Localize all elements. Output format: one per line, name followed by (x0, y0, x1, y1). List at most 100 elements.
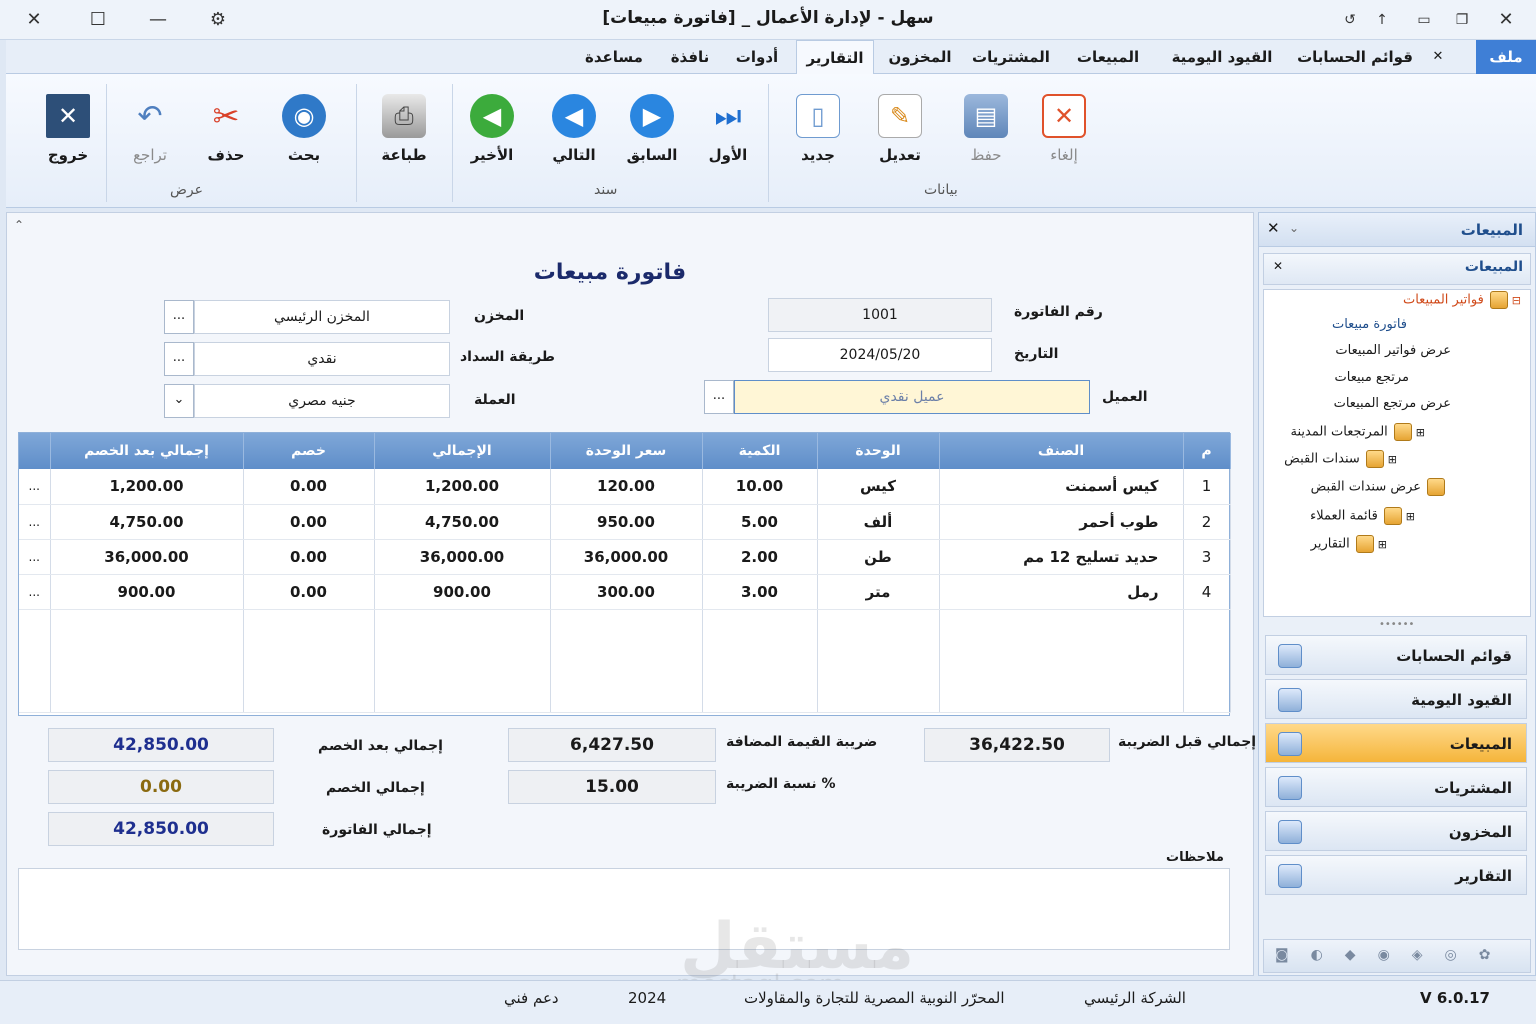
row-details-button[interactable]: ... (19, 469, 51, 505)
tree-node-sales-invoices[interactable]: فواتير المبيعات ⊟ (1403, 291, 1521, 309)
date-field[interactable]: 2024/05/20 (768, 338, 992, 372)
print-button[interactable]: ⎙ طباعة (372, 94, 436, 164)
notes-field[interactable] (18, 868, 1230, 950)
cell-item[interactable]: طوب أحمر (939, 504, 1184, 540)
cell-net[interactable]: 36,000.00 (50, 539, 244, 575)
cell-qty[interactable]: 2.00 (702, 539, 818, 575)
col-header-total[interactable]: الإجمالي (374, 433, 551, 469)
cell-unit[interactable]: متر (817, 574, 940, 610)
cell-total[interactable]: 4,750.00 (374, 504, 551, 540)
expand-node-icon[interactable]: ⊞ (1406, 510, 1415, 523)
nav-journal[interactable]: القيود اليومية (1265, 679, 1527, 719)
cell-qty[interactable]: 5.00 (702, 504, 818, 540)
cell-unit[interactable]: كيس (817, 469, 940, 505)
cell-price[interactable]: 950.00 (550, 504, 703, 540)
cell-discount[interactable]: 0.00 (243, 469, 375, 505)
tree-node-reports[interactable]: التقارير ⊞ (1311, 535, 1387, 553)
table-row[interactable]: ... 900.00 0.00 900.00 300.00 3.00 متر ر… (19, 574, 1231, 610)
cell-net[interactable]: 1,200.00 (50, 469, 244, 505)
row-details-button[interactable]: ... (19, 504, 51, 540)
cell-total[interactable]: 36,000.00 (374, 539, 551, 575)
col-header-price[interactable]: سعر الوحدة (550, 433, 703, 469)
cell-unit[interactable]: طن (817, 539, 940, 575)
table-row[interactable]: ... 36,000.00 0.00 36,000.00 36,000.00 2… (19, 539, 1231, 575)
save-button[interactable]: ▤ حفظ (954, 94, 1018, 164)
col-header-item[interactable]: الصنف (939, 433, 1184, 469)
nav-sales[interactable]: المبيعات (1265, 723, 1527, 763)
tab-window[interactable]: نافذة (660, 40, 720, 74)
mdi-minimize-icon[interactable]: ▭ (1410, 6, 1438, 34)
col-header-net[interactable]: إجمالي بعد الخصم (50, 433, 244, 469)
nav-reports[interactable]: التقارير (1265, 855, 1527, 895)
cell-unit[interactable]: ألف (817, 504, 940, 540)
cell-qty[interactable]: 10.00 (702, 469, 818, 505)
panel-menu-icon[interactable]: ⌄ (1289, 221, 1299, 235)
payment-field[interactable]: نقدي (194, 342, 450, 376)
table-row[interactable]: ... 4,750.00 0.00 4,750.00 950.00 5.00 أ… (19, 504, 1231, 540)
cell-total[interactable]: 1,200.00 (374, 469, 551, 505)
tree-node-customers[interactable]: قائمة العملاء ⊞ (1310, 507, 1415, 525)
tab-journal[interactable]: القيود اليومية (1162, 40, 1282, 74)
cell-price[interactable]: 300.00 (550, 574, 703, 610)
tree-item-new-invoice[interactable]: فاتورة مبيعات (1332, 317, 1407, 332)
new-button[interactable]: ▯ جديد (786, 94, 850, 164)
tab-reports[interactable]: التقارير (796, 40, 874, 75)
expand-node-icon[interactable]: ⊞ (1416, 426, 1425, 439)
support-link[interactable]: دعم فني (504, 989, 559, 1007)
tab-file[interactable]: ملف (1476, 40, 1536, 74)
row-details-button[interactable]: ... (19, 539, 51, 575)
tree-item-sales-return[interactable]: مرتجع مبيعات (1335, 370, 1409, 385)
splitter-handle[interactable]: •••••• (1379, 619, 1414, 630)
cancel-button[interactable]: ✕ إلغاء (1032, 94, 1096, 164)
mdi-close-icon[interactable]: ✕ (1492, 6, 1520, 34)
warehouse-lookup-button[interactable]: ... (164, 300, 194, 334)
panel-footer-icons[interactable]: ◙◐◆◉◈◎✿ (1275, 947, 1513, 963)
next-record-button[interactable]: ◀ التالي (542, 94, 606, 164)
pin-icon[interactable]: ↑ (1368, 6, 1396, 34)
tree-item-view-returns[interactable]: عرض مرتجع المبيعات (1334, 396, 1451, 411)
undo-button[interactable]: ↶ تراجع (118, 94, 182, 165)
payment-lookup-button[interactable]: ... (164, 342, 194, 376)
col-header-discount[interactable]: خصم (243, 433, 375, 469)
table-row[interactable]: ... 1,200.00 0.00 1,200.00 120.00 10.00 … (19, 469, 1231, 505)
tree-item-view-invoices[interactable]: عرض فواتير المبيعات (1335, 343, 1451, 358)
exit-button[interactable]: ✕ خروج (36, 94, 100, 164)
col-header-unit[interactable]: الوحدة (817, 433, 940, 469)
last-record-button[interactable]: ◀ الأخير (460, 94, 524, 164)
cell-discount[interactable]: 0.00 (243, 539, 375, 575)
customer-lookup-button[interactable]: ... (704, 380, 734, 414)
tab-tools[interactable]: أدوات (724, 40, 790, 74)
cell-price[interactable]: 120.00 (550, 469, 703, 505)
tree-node-debit-returns[interactable]: المرتجعات المدينة ⊞ (1290, 423, 1425, 441)
edit-button[interactable]: ✎ تعديل (868, 94, 932, 164)
first-record-button[interactable]: ⏭ الأول (696, 94, 760, 165)
subpanel-close-icon[interactable]: ✕ (1273, 259, 1283, 273)
col-header-row-no[interactable]: م (1183, 433, 1231, 469)
mdi-restore-icon[interactable]: ❐ (1448, 6, 1476, 34)
warehouse-field[interactable]: المخزن الرئيسي (194, 300, 450, 334)
tax-rate-field[interactable]: 15.00 (508, 770, 716, 804)
previous-record-button[interactable]: ▶ السابق (620, 94, 684, 164)
help-icon[interactable]: ↺ (1336, 6, 1364, 34)
tab-inventory[interactable]: المخزون (878, 40, 962, 74)
col-header-qty[interactable]: الكمية (702, 433, 818, 469)
tab-sales[interactable]: المبيعات (1060, 40, 1156, 74)
tree-node-receipts[interactable]: سندات القبض ⊞ (1284, 450, 1397, 468)
tab-help[interactable]: مساعدة (572, 40, 656, 74)
cell-item[interactable]: رمل (939, 574, 1184, 610)
nav-inventory[interactable]: المخزون (1265, 811, 1527, 851)
delete-button[interactable]: ✂ حذف (194, 94, 258, 164)
cell-item[interactable]: حديد تسليح 12 مم (939, 539, 1184, 575)
empty-row[interactable] (19, 609, 1231, 713)
row-details-button[interactable]: ... (19, 574, 51, 610)
close-tab-icon[interactable]: ✕ (1426, 40, 1450, 74)
currency-field[interactable]: جنيه مصري (194, 384, 450, 418)
panel-close-icon[interactable]: ✕ (1267, 219, 1280, 237)
cell-discount[interactable]: 0.00 (243, 504, 375, 540)
cell-net[interactable]: 4,750.00 (50, 504, 244, 540)
expand-node-icon[interactable]: ⊞ (1388, 453, 1397, 466)
tab-accounts[interactable]: قوائم الحسابات (1288, 40, 1422, 74)
cell-total[interactable]: 900.00 (374, 574, 551, 610)
nav-purchases[interactable]: المشتريات (1265, 767, 1527, 807)
collapse-node-icon[interactable]: ⊟ (1512, 294, 1521, 307)
